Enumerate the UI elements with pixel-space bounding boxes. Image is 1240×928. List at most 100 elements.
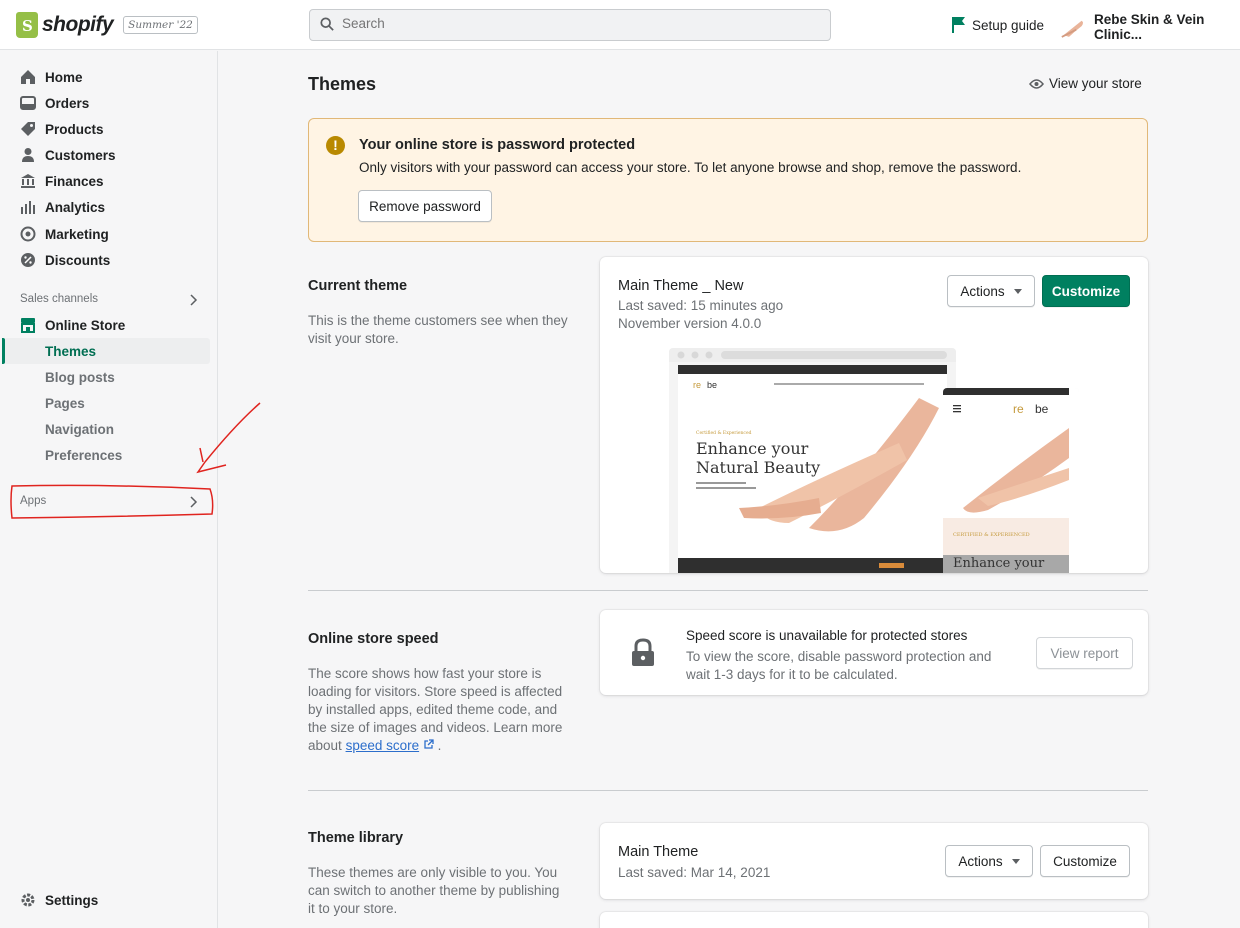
sidebar-subitem-preferences[interactable]: Preferences (45, 448, 122, 463)
library-theme-saved: Last saved: Mar 14, 2021 (618, 865, 771, 880)
search-input[interactable] (342, 16, 812, 31)
tag-icon (21, 122, 35, 136)
library-actions-button[interactable]: Actions (945, 845, 1033, 877)
sidebar-item-customers[interactable]: Customers (20, 145, 116, 165)
brand-name: shopify (42, 13, 114, 36)
preview-mobile-headline: Enhance your (953, 556, 1045, 571)
search-bar[interactable] (309, 9, 831, 41)
discount-icon (21, 253, 35, 267)
flag-icon (952, 17, 965, 33)
actions-button[interactable]: Actions (947, 275, 1035, 307)
actions-label: Actions (958, 853, 1003, 869)
sidebar-item-discounts[interactable]: Discounts (20, 250, 110, 270)
sidebar-item-label: Online Store (45, 317, 126, 333)
speed-heading: Online store speed (308, 631, 439, 647)
edition-badge: Summer '22 (123, 16, 198, 34)
sidebar-item-label: Home (45, 69, 83, 85)
view-store-label: View your store (1049, 76, 1142, 91)
sidebar-item-products[interactable]: Products (20, 119, 104, 139)
sidebar-item-label: Analytics (45, 199, 106, 215)
chevron-right-icon[interactable] (190, 294, 198, 306)
preview-mobile-kicker: CERTIFIED & EXPERIENCED (953, 532, 1030, 538)
view-report-button[interactable]: View report (1036, 637, 1133, 669)
setup-guide-label: Setup guide (972, 17, 1045, 33)
sidebar-item-label: Products (45, 121, 104, 137)
section-divider (308, 590, 1148, 591)
sidebar-item-analytics[interactable]: Analytics (20, 197, 105, 217)
svg-text:re: re (693, 380, 701, 390)
store-menu[interactable]: Rebe Skin & Vein Clinic... (1060, 12, 1240, 42)
sidebar-subitem-blog-posts[interactable]: Blog posts (45, 370, 115, 385)
customize-button[interactable]: Customize (1042, 275, 1130, 307)
speed-description: The score shows how fast your store is l… (308, 665, 568, 755)
external-link-icon (424, 739, 434, 749)
library-customize-button[interactable]: Customize (1040, 845, 1130, 877)
remove-password-button[interactable]: Remove password (358, 190, 492, 222)
sidebar-item-online-store[interactable]: Online Store (20, 315, 125, 335)
eye-icon (1029, 78, 1044, 89)
svg-text:be: be (1035, 402, 1049, 416)
library-theme-card-2 (600, 912, 1148, 928)
theme-name: Main Theme _ New (618, 278, 744, 294)
speed-card-text: To view the score, disable password prot… (686, 649, 992, 682)
sidebar-item-label: Orders (45, 95, 90, 111)
bank-icon (21, 174, 35, 188)
mobile-preview-image: re be CERTIFIED & EXPERIENCED Enhance yo… (943, 388, 1079, 573)
active-highlight (4, 338, 210, 364)
sidebar-item-label: Marketing (45, 226, 109, 242)
theme-desktop-preview[interactable]: re be Certified & Experienced Enhance yo… (669, 348, 956, 573)
password-banner: ! Your online store is password protecte… (308, 118, 1148, 242)
warning-icon: ! (326, 136, 345, 155)
sidebar-subitem-pages[interactable]: Pages (45, 396, 85, 411)
sidebar-item-label: Discounts (45, 252, 111, 268)
desktop-preview-image: re be Certified & Experienced Enhance yo… (669, 348, 956, 573)
sidebar-item-label: Settings (45, 892, 99, 908)
shopify-logo[interactable]: shopify Summer '22 (16, 12, 198, 38)
speed-card: Speed score is unavailable for protected… (600, 610, 1148, 695)
sidebar-item-home[interactable]: Home (20, 67, 83, 87)
orders-icon (20, 96, 36, 110)
actions-label: Actions (960, 283, 1005, 299)
preview-headline-1: Enhance your (696, 439, 809, 458)
search-icon (320, 17, 334, 31)
preview-headline-2: Natural Beauty (696, 458, 820, 477)
svg-text:re: re (1013, 402, 1024, 416)
current-theme-card: Main Theme _ New Last saved: 15 minutes … (600, 257, 1148, 573)
chevron-right-icon[interactable] (190, 496, 198, 508)
bar-chart-icon (21, 201, 35, 214)
view-store-button[interactable]: View your store (1029, 76, 1142, 91)
sidebar-item-finances[interactable]: Finances (20, 171, 104, 191)
target-icon (20, 226, 36, 242)
page-title: Themes (308, 74, 377, 94)
sidebar-subitem-navigation[interactable]: Navigation (45, 422, 114, 437)
section-divider (308, 790, 1148, 791)
gear-icon (21, 893, 35, 907)
sidebar-item-marketing[interactable]: Marketing (20, 224, 109, 244)
speed-card-title: Speed score is unavailable for protected… (686, 628, 968, 643)
sidebar-subitem-themes[interactable]: Themes (45, 344, 96, 359)
current-theme-description: This is the theme customers see when the… (308, 313, 568, 346)
theme-version: November version 4.0.0 (618, 316, 762, 331)
top-bar: shopify Summer '22 Setup guide Rebe Skin… (0, 0, 1240, 50)
theme-last-saved: Last saved: 15 minutes ago (618, 298, 784, 313)
current-theme-heading: Current theme (308, 278, 408, 294)
caret-down-icon (1011, 858, 1020, 864)
library-theme-card: Main Theme Last saved: Mar 14, 2021 Acti… (600, 823, 1148, 899)
store-avatar (1060, 15, 1088, 39)
speed-score-link[interactable]: speed score (346, 738, 420, 753)
active-indicator (2, 338, 5, 364)
banner-text: Only visitors with your password can acc… (359, 160, 1022, 175)
theme-mobile-preview[interactable]: re be CERTIFIED & EXPERIENCED Enhance yo… (943, 388, 1079, 573)
library-description: These themes are only visible to you. Yo… (308, 865, 560, 916)
store-name: Rebe Skin & Vein Clinic... (1094, 12, 1205, 42)
sidebar-item-label: Finances (45, 173, 104, 189)
sales-channels-label: Sales channels (20, 293, 98, 305)
sidebar-item-settings[interactable]: Settings (20, 890, 98, 910)
library-theme-name: Main Theme (618, 844, 699, 860)
svg-text:Certified & Experienced: Certified & Experienced (696, 430, 752, 436)
apps-label[interactable]: Apps (20, 495, 46, 507)
sidebar-item-label: Customers (45, 147, 116, 163)
shopify-bag-icon (16, 12, 38, 38)
sidebar-item-orders[interactable]: Orders (20, 93, 89, 113)
setup-guide-button[interactable]: Setup guide (952, 17, 1044, 33)
